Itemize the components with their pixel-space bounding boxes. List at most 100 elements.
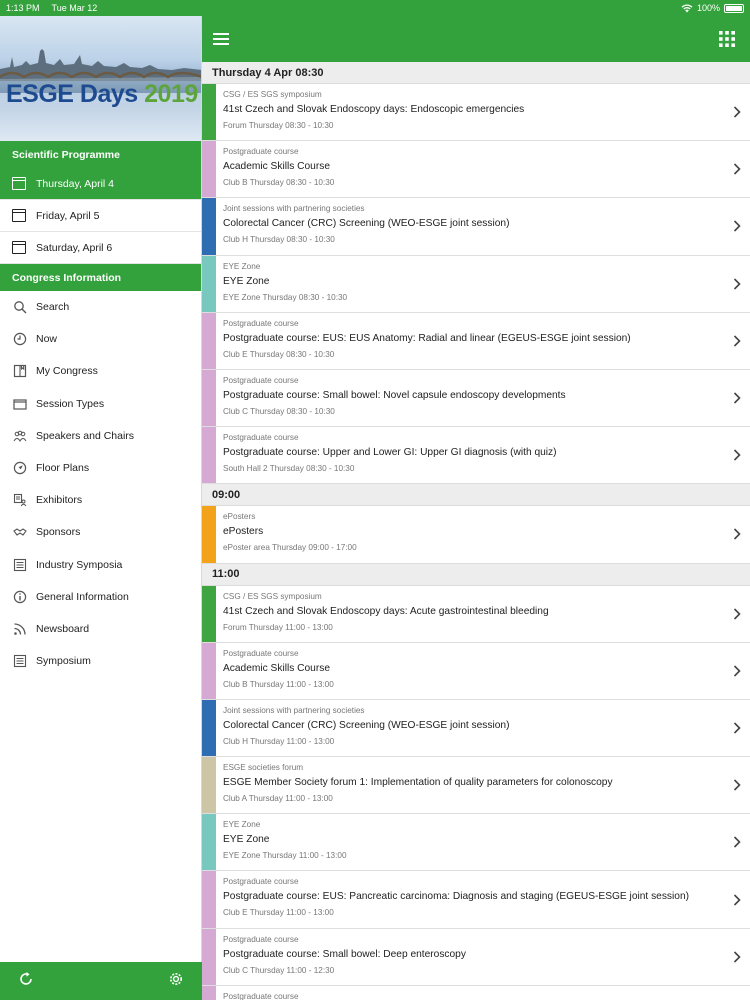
session-type-color-bar: [202, 642, 216, 699]
day-item-1[interactable]: Thursday, April 4: [0, 168, 201, 200]
list-icon: [12, 557, 28, 573]
session-location-time: EYE Zone Thursday 11:00 - 13:00: [223, 851, 347, 861]
status-time: 1:13 PM: [6, 3, 40, 13]
navigation-icon: [12, 460, 28, 476]
chevron-right-icon: [724, 643, 750, 699]
session-row[interactable]: Postgraduate course Postgraduate course: …: [202, 312, 750, 370]
menu-item-search[interactable]: Search: [0, 291, 201, 323]
session-row[interactable]: ESGE societies forum ESGE Member Society …: [202, 757, 750, 815]
session-category: ESGE societies forum: [223, 763, 304, 773]
menu-item-general-information[interactable]: General Information: [0, 581, 201, 613]
session-body: Postgraduate course Academic Skills Cours…: [216, 643, 724, 699]
sidebar: ESGE Days 2019 Scientific Programme Thur…: [0, 16, 202, 1000]
session-type-color-bar: [202, 814, 216, 871]
session-title: Postgraduate course: EUS: EUS Anatomy: R…: [223, 332, 631, 344]
menu-item-label: My Congress: [36, 365, 98, 378]
menu-item-newsboard[interactable]: Newsboard: [0, 613, 201, 645]
session-location-time: Club C Thursday 11:00 - 12:30: [223, 965, 335, 975]
status-bar: 1:13 PM Tue Mar 12 100%: [0, 0, 750, 16]
session-row[interactable]: Joint sessions with partnering societies…: [202, 198, 750, 256]
chevron-right-icon: [724, 757, 750, 813]
session-category: Postgraduate course: [223, 318, 299, 328]
hamburger-menu-icon[interactable]: [208, 26, 234, 52]
session-body: Postgraduate course Postgraduate course: …: [216, 871, 724, 927]
session-row[interactable]: EYE Zone EYE Zone EYE Zone Thursday 11:00 …: [202, 814, 750, 872]
session-category: Postgraduate course: [223, 877, 299, 887]
session-row[interactable]: Postgraduate course Postgraduate course: …: [202, 369, 750, 428]
menu-item-label: Exhibitors: [36, 494, 83, 507]
session-row[interactable]: Postgraduate course Postgraduate course: …: [202, 871, 750, 929]
session-row[interactable]: EYE Zone EYE Zone EYE Zone Thursday 08:30 …: [202, 255, 750, 313]
chevron-right-icon: [724, 700, 750, 756]
menu-item-exhibitors[interactable]: Exhibitors: [0, 484, 201, 516]
logo-year: 2019: [144, 80, 198, 108]
menu-item-label: Sponsors: [36, 526, 81, 539]
settings-gear-icon[interactable]: [168, 971, 184, 992]
day-list: Thursday, April 4 Friday, April 5 Saturday…: [0, 168, 201, 264]
scientific-programme-header: Scientific Programme: [0, 141, 201, 168]
session-location-time: Forum Thursday 08:30 - 10:30: [223, 121, 334, 130]
top-bar: [202, 16, 750, 62]
menu-item-industry-symposia[interactable]: Industry Symposia: [0, 549, 201, 581]
grid-menu-icon[interactable]: [714, 26, 740, 52]
menu-item-label: Speakers and Chairs: [36, 429, 135, 442]
session-row[interactable]: Postgraduate course Academic Skills Cours…: [202, 642, 750, 700]
session-body: Postgraduate course Academic Skills Cours…: [216, 141, 724, 197]
time-group-header: 09:00: [202, 484, 750, 507]
session-category: Joint sessions with partnering societies: [223, 705, 365, 715]
session-body: Postgraduate course: [216, 986, 724, 1000]
day-item-label: Saturday, April 6: [36, 241, 113, 254]
session-body: Postgraduate course Postgraduate course: …: [216, 370, 724, 426]
session-row[interactable]: Postgraduate course Postgraduate course: …: [202, 427, 750, 485]
session-location-time: Club B Thursday 08:30 - 10:30: [223, 178, 335, 188]
battery-percent: 100%: [696, 3, 720, 13]
session-type-color-bar: [202, 506, 216, 563]
refresh-icon[interactable]: [18, 971, 34, 992]
session-location-time: ePoster area Thursday 09:00 - 17:00: [223, 543, 357, 553]
session-title: EYE Zone: [223, 275, 270, 287]
menu-item-speakers-and-chairs[interactable]: Speakers and Chairs: [0, 420, 201, 452]
time-group-header: 11:00: [202, 563, 750, 586]
session-row[interactable]: Postgraduate course: [202, 985, 750, 1000]
session-row[interactable]: Joint sessions with partnering societies…: [202, 699, 750, 758]
session-location-time: Club A Thursday 11:00 - 13:00: [223, 794, 333, 804]
session-row[interactable]: Postgraduate course Postgraduate course: …: [202, 928, 750, 986]
session-location-time: Forum Thursday 11:00 - 13:00: [223, 622, 333, 632]
day-item-3[interactable]: Saturday, April 6: [0, 232, 201, 264]
session-category: CSG / ES SGS symposium: [223, 591, 322, 601]
session-body: CSG / ES SGS symposium 41st Czech and Slo…: [216, 586, 724, 642]
wifi-icon: [681, 3, 693, 12]
menu-item-floor-plans[interactable]: Floor Plans: [0, 452, 201, 484]
battery-icon: [724, 3, 744, 13]
session-row[interactable]: ePosters ePosters ePoster area Thursday 09…: [202, 506, 750, 564]
session-row[interactable]: CSG / ES SGS symposium 41st Czech and Slo…: [202, 585, 750, 643]
session-type-color-bar: [202, 141, 216, 198]
day-item-2[interactable]: Friday, April 5: [0, 200, 201, 232]
session-list: Thursday 4 Apr 08:30 CSG / ES SGS symposi…: [202, 62, 750, 1000]
time-group-header: Thursday 4 Apr 08:30: [202, 62, 750, 84]
session-row[interactable]: Postgraduate course Academic Skills Cours…: [202, 141, 750, 199]
session-category: Joint sessions with partnering societies: [223, 204, 365, 214]
session-body: ePosters ePosters ePoster area Thursday 09…: [216, 506, 724, 562]
menu-item-my-congress[interactable]: My Congress: [0, 355, 201, 387]
session-category: Postgraduate course: [223, 375, 299, 385]
session-row[interactable]: CSG / ES SGS symposium 41st Czech and Slo…: [202, 84, 750, 142]
session-body: EYE Zone EYE Zone EYE Zone Thursday 08:30 …: [216, 256, 724, 312]
session-body: EYE Zone EYE Zone EYE Zone Thursday 11:00 …: [216, 814, 724, 870]
menu-item-symposium[interactable]: Symposium: [0, 645, 201, 677]
people-icon: [12, 428, 28, 444]
session-title: EYE Zone: [223, 834, 270, 846]
session-title: Academic Skills Course: [223, 161, 331, 173]
chevron-right-icon: [724, 986, 750, 1000]
session-location-time: Club C Thursday 08:30 - 10:30: [223, 406, 335, 416]
chevron-right-icon: [724, 506, 750, 562]
session-title: Postgraduate course: Upper and Lower GI:…: [223, 447, 557, 459]
calendar-icon: [12, 209, 26, 222]
menu-item-sponsors[interactable]: Sponsors: [0, 516, 201, 548]
congress-information-header: Congress Information: [0, 264, 201, 291]
session-body: ESGE societies forum ESGE Member Society …: [216, 757, 724, 813]
menu-item-session-types[interactable]: Session Types: [0, 388, 201, 420]
menu-item-now[interactable]: Now: [0, 323, 201, 355]
session-category: Postgraduate course: [223, 433, 299, 443]
day-item-label: Friday, April 5: [36, 209, 100, 222]
